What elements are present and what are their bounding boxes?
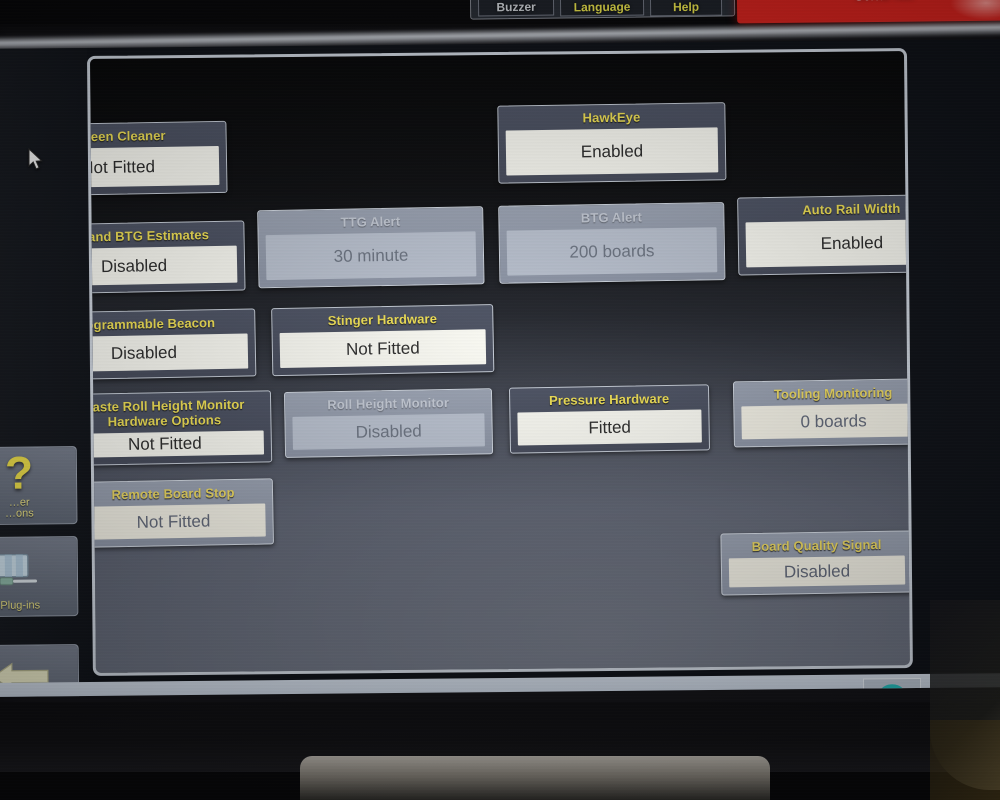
plugin-icon <box>0 537 77 601</box>
toolbar-language-button[interactable]: Language <box>559 0 645 17</box>
option-label: Roll Height Monitor <box>327 394 450 413</box>
option-label: Board Quality Signal <box>751 536 882 555</box>
option-label: Remote Board Stop <box>111 485 235 503</box>
option-value: Disabled <box>728 555 906 588</box>
sidebar-item-label: Plug-ins <box>0 599 41 612</box>
option-value: Disabled <box>86 245 238 287</box>
option-value: Fitted <box>517 409 702 446</box>
question-mark-icon: ? <box>4 446 34 499</box>
sidebar-item-plug-ins[interactable]: Plug-ins <box>0 536 79 618</box>
serial-plate-glare <box>949 0 1000 21</box>
option-value: 0 boards <box>741 403 913 440</box>
option-value: Not Fitted <box>86 503 266 540</box>
sidebar-item-label-2: …ons <box>4 507 34 520</box>
option-label: Pressure Hardware <box>548 390 670 408</box>
option-label: TTG and BTG Estimates <box>87 227 210 245</box>
option-tile-roll-height-monitor[interactable]: Roll Height Monitor Disabled <box>283 388 494 458</box>
option-tile-board-quality-signal[interactable]: Board Quality Signal Disabled <box>720 530 913 596</box>
option-label: BTG Alert <box>580 209 643 226</box>
sidebar: ? …er …ons Plug-ins <box>0 47 94 697</box>
option-label: Stinger Hardware <box>327 311 438 329</box>
option-tile-pressure-hardware[interactable]: Pressure Hardware Fitted <box>508 384 711 454</box>
option-tile-hawkeye[interactable]: HawkEye Enabled <box>497 102 727 184</box>
option-tile-remote-board-stop[interactable]: Remote Board Stop Not Fitted <box>86 478 274 548</box>
monitor-stand <box>300 756 770 800</box>
option-tile-screen-cleaner[interactable]: Screen Cleaner Not Fitted <box>86 120 228 197</box>
option-tile-ttg-btg-estimates[interactable]: TTG and BTG EstimatesDisabled <box>86 220 246 295</box>
option-tile-paste-roll-height-monitor[interactable]: Paste Roll Height Monitor Hardware Optio… <box>86 390 273 467</box>
hardware-options-panel: Screen CleanerNot FittedHawkEyeEnabledTT… <box>86 48 913 676</box>
option-tile-programmable-beacon[interactable]: Programmable Beacon Disabled <box>86 308 257 381</box>
option-label: TTG Alert <box>340 213 401 230</box>
option-value: Not Fitted <box>279 329 487 369</box>
option-tile-btg-alert[interactable]: BTG Alert 200 boards <box>498 202 726 284</box>
sidebar-item-user-functions[interactable]: ? …er …ons <box>0 446 78 526</box>
option-value: Enabled <box>505 127 719 176</box>
toolbar-help-button[interactable]: Help <box>649 0 723 17</box>
option-value: Disabled <box>292 413 485 450</box>
option-value: 30 minute <box>265 231 477 281</box>
option-tile-tooling-monitoring[interactable]: Tooling Monitoring 0 boards <box>732 378 913 448</box>
option-label: HawkEye <box>582 109 641 126</box>
option-value: 200 boards <box>506 227 718 276</box>
option-label: Screen Cleaner <box>86 127 166 145</box>
background-surface <box>930 720 1000 800</box>
toolbar-buzzer-button[interactable]: Buzzer <box>477 0 555 17</box>
option-value: Enabled <box>745 218 913 268</box>
option-label: Paste Roll Height Monitor Hardware Optio… <box>86 396 245 430</box>
application-screen: ? …er …ons Plug-ins Screen Cleaner Not F… <box>0 39 1000 697</box>
option-label: Programmable Beacon <box>86 315 216 333</box>
option-value: Not Fitted <box>86 430 265 459</box>
option-value: Not Fitted <box>86 146 220 189</box>
option-tile-auto-rail-width[interactable]: Auto Rail Width Enabled <box>737 193 913 276</box>
option-tile-ttg-alert[interactable]: TTG Alert 30 minute <box>257 206 485 289</box>
option-tile-stinger-hardware[interactable]: Stinger Hardware Not Fitted <box>271 304 495 377</box>
option-value: Disabled <box>86 333 249 373</box>
machine-hmi-photo: Buzzer Language Help Serial No. ? …er …o… <box>0 0 1000 800</box>
option-label: Tooling Monitoring <box>773 384 893 402</box>
option-label: Auto Rail Width <box>802 200 901 218</box>
